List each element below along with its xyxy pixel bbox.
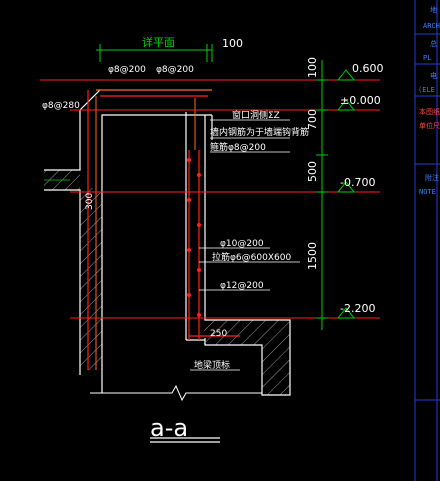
rebar-tie-label: 拉筋φ6@600X600 bbox=[212, 251, 291, 263]
vertical-dim-100: 100 bbox=[306, 57, 319, 78]
side-item-4: PL bbox=[423, 54, 431, 62]
side-note-a: 本图纸标注 bbox=[419, 107, 440, 116]
elevation-0600: 0.600 bbox=[352, 62, 384, 75]
vertical-dimension bbox=[316, 60, 328, 330]
vertical-dim-1500: 1500 bbox=[306, 242, 319, 270]
elevation-2200: -2.200 bbox=[340, 302, 375, 315]
cad-drawing: 详平面 100 φ8@200 φ8@200 φ8@280 窗口洞侧ΣZ 墙内钢筋… bbox=[40, 0, 440, 481]
rebar-outer-wall-label: φ8@280 bbox=[42, 101, 80, 111]
break-symbol bbox=[90, 384, 262, 402]
note-line-2: 墙内钢筋为于墙端钩背筋 bbox=[210, 126, 309, 138]
base-note-label: 地梁顶标 bbox=[194, 359, 230, 371]
vertical-dim-700: 700 bbox=[306, 109, 319, 130]
elevation-0700: -0.700 bbox=[340, 176, 375, 189]
elevation-markers bbox=[337, 69, 356, 319]
rebar-top-right-label: φ8@200 bbox=[156, 65, 194, 75]
side-note-d: NOTE bbox=[419, 188, 436, 196]
top-width-label: 详平面 bbox=[142, 35, 175, 49]
note-line-1: 窗口洞侧ΣZ bbox=[232, 109, 280, 121]
rebar-vertical-low-label: φ12@200 bbox=[220, 281, 264, 291]
side-item-1: 地 bbox=[430, 5, 437, 14]
side-note-c: 附注 bbox=[425, 173, 439, 182]
side-item-5: 电 bbox=[430, 71, 437, 80]
side-item-2: ARCH bbox=[423, 22, 440, 30]
wall-thickness-label: 300 bbox=[85, 193, 95, 210]
outer-wall-outer-line bbox=[44, 189, 81, 375]
outer-wall-hatch bbox=[80, 188, 102, 370]
vertical-dim-500: 500 bbox=[306, 161, 319, 182]
note-line-3: 箍筋φ8@200 bbox=[210, 141, 266, 153]
elevation-0000: ±0.000 bbox=[340, 94, 381, 107]
side-item-3: 总 bbox=[430, 39, 437, 48]
section-title: a-a bbox=[150, 414, 188, 442]
base-width-label: 250 bbox=[210, 329, 227, 339]
rebar-vertical-mid-label: φ10@200 bbox=[220, 239, 264, 249]
side-item-6: (ELE bbox=[418, 86, 435, 94]
side-note-b: 单位尺寸 bbox=[419, 121, 440, 130]
break-line bbox=[90, 384, 262, 402]
top-offset-label: 100 bbox=[222, 37, 243, 50]
rebar-top-left-label: φ8@200 bbox=[108, 65, 146, 75]
outer-wall-inner-line bbox=[101, 114, 212, 393]
